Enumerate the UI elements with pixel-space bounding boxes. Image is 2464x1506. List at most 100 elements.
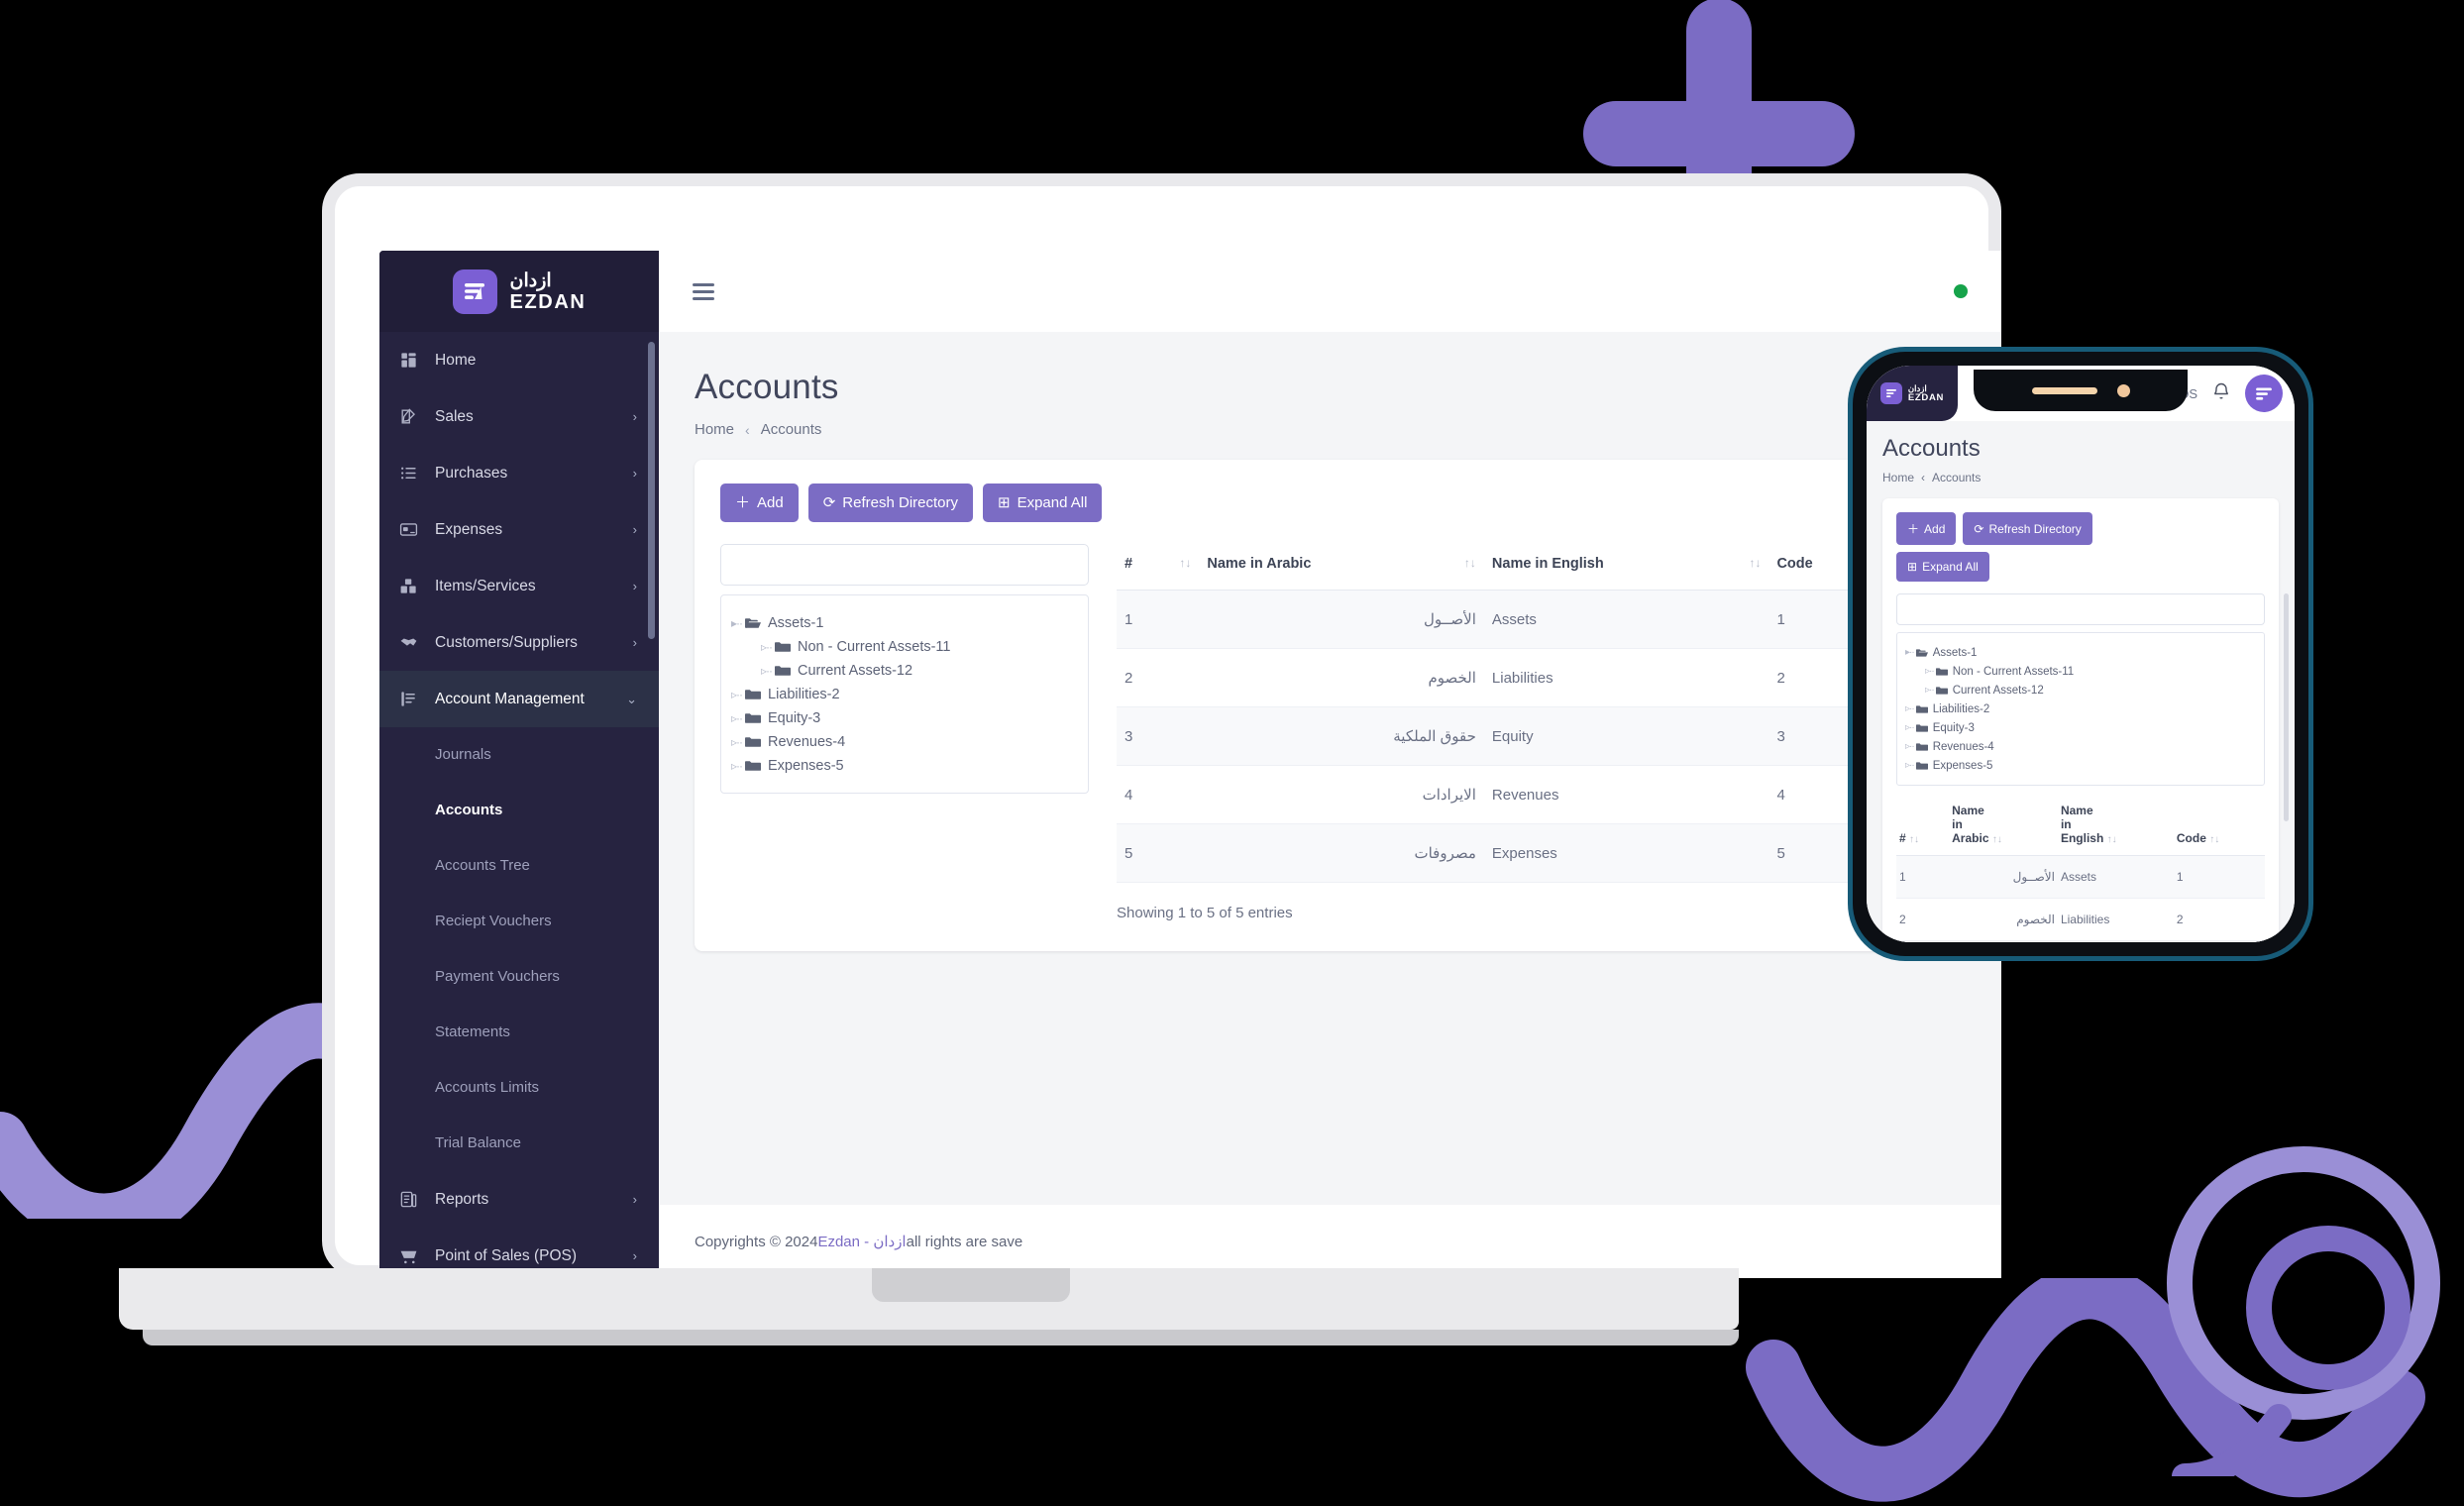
table-row[interactable]: 1 الأصــول Assets 1	[1117, 590, 1940, 649]
sort-icon[interactable]: ↑↓	[1464, 556, 1476, 570]
tree-node[interactable]: ▹·· Expenses-5	[1905, 757, 2256, 774]
phone-breadcrumb-home[interactable]: Home	[1882, 471, 1914, 484]
phone-table-col-name-in-arabic[interactable]: Name in Arabic ↑↓	[1949, 800, 2058, 856]
tree-node[interactable]: ▹·· Equity-3	[731, 707, 1076, 728]
laptop-device: ازدان EZDAN Home Sales › Purchases › Expenses…	[119, 173, 2001, 1345]
sidebar-subitem-accounts[interactable]: Accounts	[379, 783, 659, 838]
phone-table-header-row: # ↑↓ Name in Arabic ↑↓ Name in English ↑↓ Code …	[1896, 800, 2265, 856]
table-col-name-in-arabic[interactable]: Name in Arabic ↑↓	[1199, 544, 1484, 591]
list-icon	[399, 464, 425, 483]
tree-node[interactable]: ▹·· Liabilities-2	[1905, 700, 2256, 717]
phone-table-col-code[interactable]: Code ↑↓	[2173, 800, 2265, 856]
sidebar-subitem-statements[interactable]: Statements	[379, 1005, 659, 1060]
tree-guide-icon: ▹··	[731, 687, 743, 701]
sidebar-item-items-services[interactable]: Items/Services ›	[379, 558, 659, 614]
sidebar-item-home[interactable]: Home	[379, 332, 659, 388]
cell-name-english: Equity	[2057, 940, 2174, 942]
tree-node[interactable]: ▸·· Assets-1	[1905, 644, 2256, 661]
sidebar-subitem-accounts-limits[interactable]: Accounts Limits	[379, 1060, 659, 1116]
sidebar-item-sales[interactable]: Sales ›	[379, 388, 659, 445]
table-row[interactable]: 4 الايرادات Revenues 4	[1117, 765, 1940, 824]
sidebar-subitem-accounts-tree[interactable]: Accounts Tree	[379, 838, 659, 894]
phone-add-button[interactable]: ＋ Add	[1896, 512, 1957, 545]
expand-all-button[interactable]: ⊞ Expand All	[983, 484, 1103, 522]
sort-icon[interactable]: ↑↓	[2209, 834, 2219, 845]
tree-node[interactable]: ▹·· Liabilities-2	[731, 684, 1076, 704]
sidebar-scrollbar[interactable]	[648, 342, 655, 639]
cell-number: 3	[1896, 940, 1950, 942]
phone-page-title: Accounts	[1882, 435, 1981, 462]
phone-table-row[interactable]: 3حقوق الملكيةEquity3	[1896, 940, 2265, 942]
avatar[interactable]	[2245, 375, 2283, 412]
phone-table-col-[interactable]: # ↑↓	[1896, 800, 1950, 856]
table-row[interactable]: 5 مصروفات Expenses 5	[1117, 823, 1940, 883]
phone-table-col-name-in-english[interactable]: Name in English ↑↓	[2057, 800, 2174, 856]
chevron-icon: ›	[632, 466, 637, 481]
tree-node-label: Revenues-4	[768, 733, 846, 750]
table-col-label: Name in Arabic	[1207, 556, 1312, 572]
tree-node[interactable]: ▹·· Non - Current Assets-11	[731, 636, 1076, 657]
phone-breadcrumb: Home ‹ Accounts	[1882, 471, 2279, 484]
tree-node[interactable]: ▹·· Current Assets-12	[731, 660, 1076, 681]
breadcrumb-home[interactable]: Home	[695, 421, 734, 438]
sort-icon[interactable]: ↑↓	[1909, 834, 1919, 845]
tree-guide-icon: ▹··	[1905, 760, 1915, 771]
table-col-name-in-english[interactable]: Name in English ↑↓	[1483, 544, 1769, 591]
sort-icon[interactable]: ↑↓	[2107, 834, 2117, 845]
sidebar-item-purchases[interactable]: Purchases ›	[379, 445, 659, 501]
tree-node[interactable]: ▸·· Assets-1	[731, 612, 1076, 633]
tree-node[interactable]: ▹·· Non - Current Assets-11	[1905, 663, 2256, 680]
chevron-icon: ›	[632, 635, 637, 650]
breadcrumb-current: Accounts	[760, 421, 822, 438]
phone-refresh-directory-button[interactable]: ⟳ Refresh Directory	[1963, 512, 2092, 545]
phone-tree-filter-input[interactable]	[1896, 593, 2265, 625]
sidebar-subitem-journals[interactable]: Journals	[379, 727, 659, 783]
sidebar-subitem-reciept-vouchers[interactable]: Reciept Vouchers	[379, 894, 659, 949]
table-col-[interactable]: # ↑↓	[1117, 544, 1200, 591]
refresh-directory-button[interactable]: ⟳ Refresh Directory	[807, 484, 973, 522]
phone-expand-all-button[interactable]: ⊞ Expand All	[1896, 552, 1989, 582]
sidebar-item-expenses[interactable]: Expenses ›	[379, 501, 659, 558]
tree-node-label: Revenues-4	[1932, 740, 1994, 753]
table-row[interactable]: 2 الخصوم Liabilities 2	[1117, 648, 1940, 707]
tree-filter-input[interactable]	[720, 544, 1089, 586]
toolbar: ＋ Add ⟳ Refresh Directory ⊞ Expand All	[720, 484, 1940, 522]
tree-node[interactable]: ▹·· Current Assets-12	[1905, 682, 2256, 699]
tree-node[interactable]: ▹·· Expenses-5	[731, 755, 1076, 776]
chevron-icon: ›	[632, 522, 637, 537]
sidebar-subitem-payment-vouchers[interactable]: Payment Vouchers	[379, 949, 659, 1005]
tree-guide-icon: ▹··	[1925, 666, 1935, 677]
tree-node[interactable]: ▹·· Revenues-4	[1905, 738, 2256, 755]
sidebar-item-reports[interactable]: Reports ›	[379, 1171, 659, 1228]
sidebar-subitem-trial-balance[interactable]: Trial Balance	[379, 1116, 659, 1171]
tree-node-label: Liabilities-2	[768, 686, 840, 702]
brand-logo[interactable]: ازدان EZDAN	[379, 251, 659, 332]
phone-scrollbar[interactable]	[2284, 593, 2289, 821]
table-row[interactable]: 3 حقوق الملكية Equity 3	[1117, 706, 1940, 766]
folder-icon	[1915, 741, 1928, 753]
hamburger-icon[interactable]	[693, 279, 714, 304]
cell-number: 4	[1117, 765, 1200, 824]
refresh-button-label: Refresh Directory	[842, 494, 958, 511]
tree-node-label: Current Assets-12	[798, 662, 913, 679]
tree-node[interactable]: ▹·· Equity-3	[1905, 719, 2256, 736]
sort-icon[interactable]: ↑↓	[1749, 556, 1761, 570]
phone-inner-bezel: ازدان EZDAN POS	[1853, 352, 2308, 956]
add-button[interactable]: ＋ Add	[720, 484, 799, 522]
cell-name-english: Equity	[1483, 706, 1769, 766]
sidebar-item-account-management[interactable]: Account Management ⌄	[379, 671, 659, 727]
breadcrumb: Home ‹ Accounts	[695, 421, 1966, 438]
sort-icon[interactable]: ↑↓	[1179, 556, 1191, 570]
phone-table-row[interactable]: 2 الخصوم Liabilities 2	[1896, 898, 2265, 941]
tree-guide-icon: ▹··	[761, 639, 773, 654]
sort-icon[interactable]: ↑↓	[1992, 834, 2002, 845]
tree-guide-icon: ▹··	[731, 710, 743, 725]
bell-icon[interactable]	[2211, 381, 2231, 406]
phone-brand-logo[interactable]: ازدان EZDAN	[1867, 366, 1958, 421]
sidebar-item-label: Customers/Suppliers	[435, 633, 578, 651]
phone-table-row[interactable]: 1 الأصــول Assets 1	[1896, 855, 2265, 899]
sidebar-item-customers-suppliers[interactable]: Customers/Suppliers ›	[379, 614, 659, 671]
footer-link[interactable]: Ezdan - ازدان	[817, 1233, 906, 1250]
accounts-table: # ↑↓ Name in Arabic ↑↓ Name in English ↑↓ Code…	[1117, 544, 1940, 883]
tree-node[interactable]: ▹·· Revenues-4	[731, 731, 1076, 752]
